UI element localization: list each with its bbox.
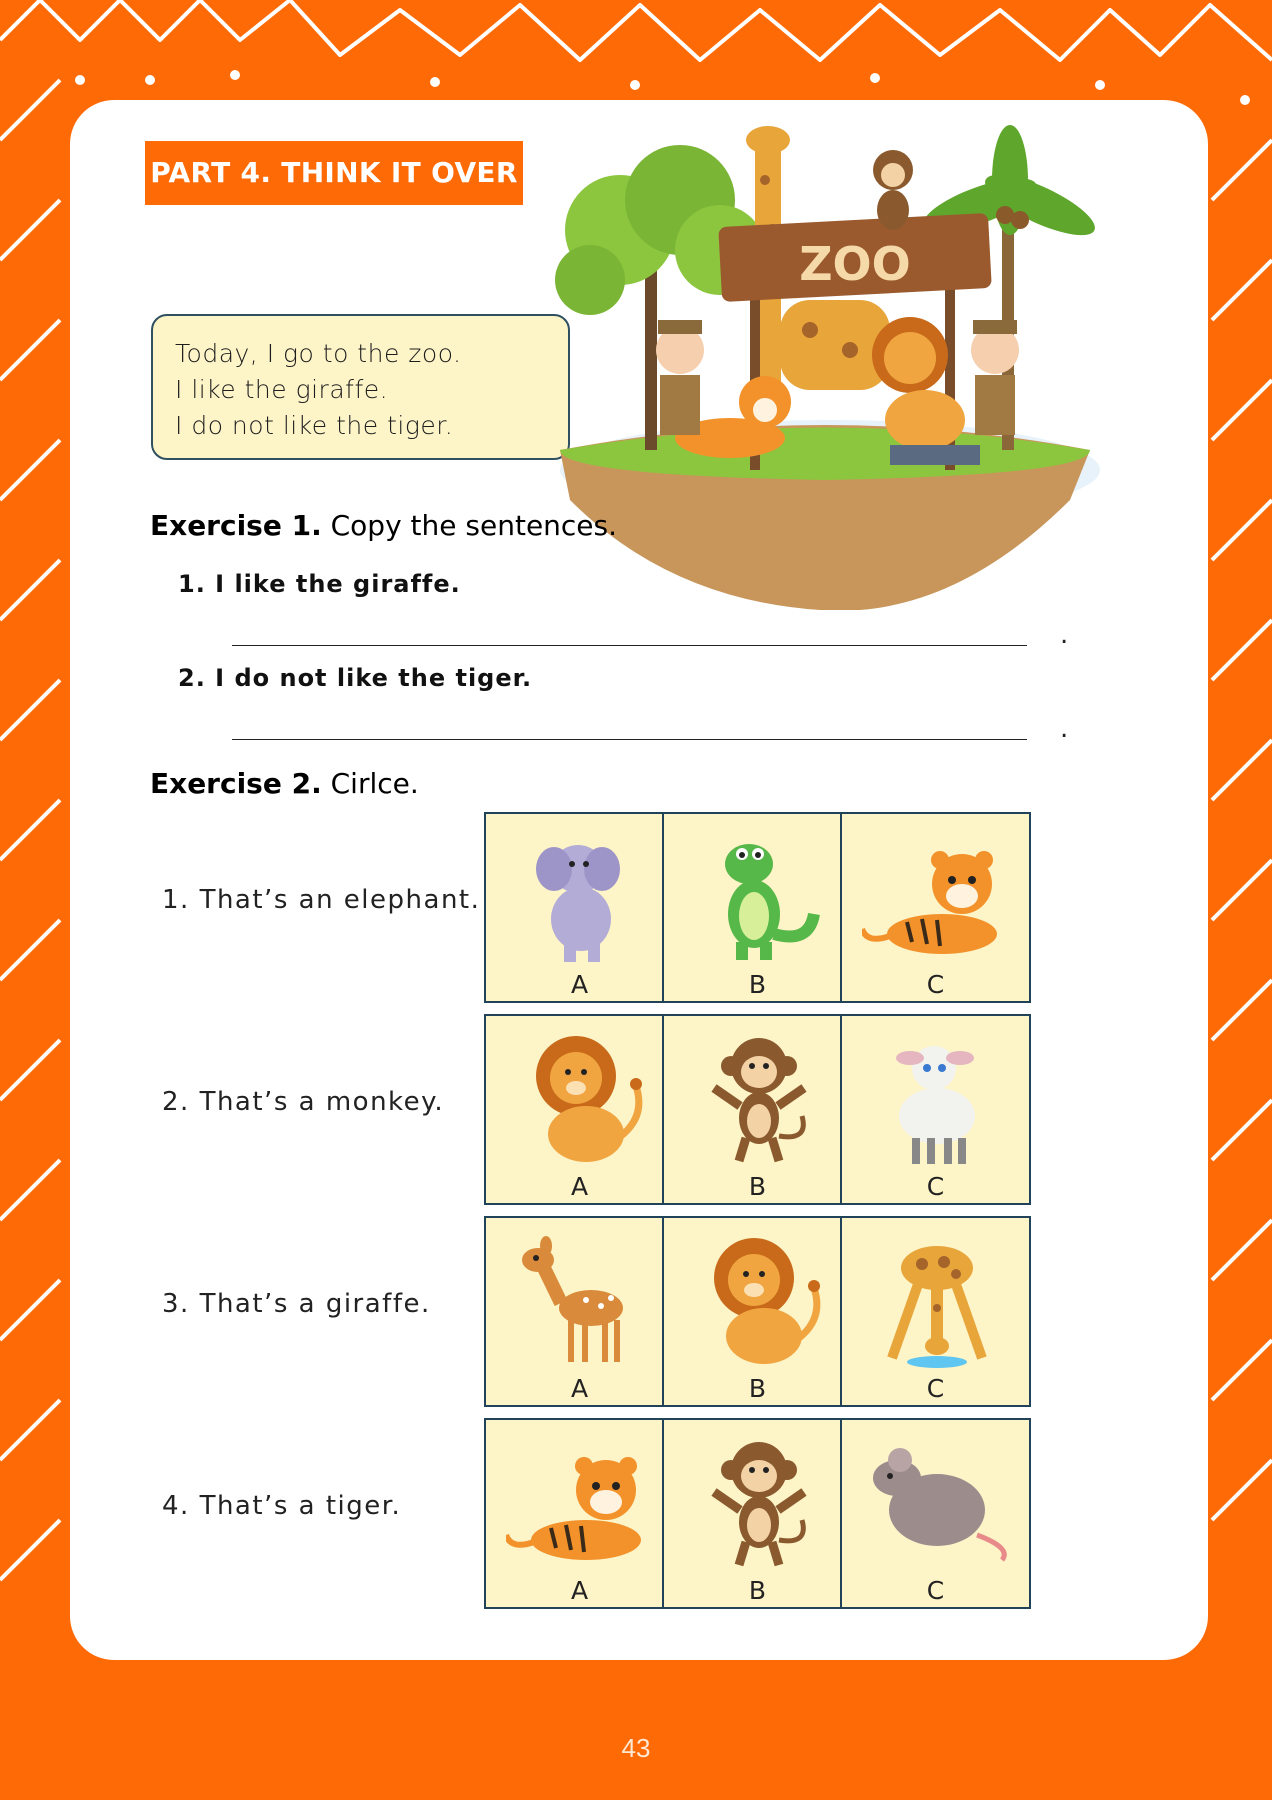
reading-line: Today, I go to the zoo. — [175, 339, 462, 368]
exercise-1-heading: Exercise 1. Copy the sentences. — [150, 509, 617, 542]
line-end-period: . — [1060, 620, 1069, 650]
option-label: B — [748, 1576, 767, 1605]
option-label: B — [748, 1172, 767, 1201]
reading-line: I like the giraffe. — [175, 375, 389, 404]
answer-option-a[interactable]: A — [484, 1216, 675, 1407]
option-label: A — [570, 970, 589, 999]
exercise-2-instruction: Cirlce. — [330, 767, 419, 800]
question-text: 1. That’s an elephant. — [162, 885, 481, 915]
lion-icon — [714, 1238, 821, 1364]
crocodile-icon — [725, 844, 820, 960]
reading-line: I do not like the tiger. — [175, 411, 454, 440]
option-label: A — [570, 1374, 589, 1403]
zoo-illustration: ZOO — [555, 125, 1100, 610]
exercise-1-instruction: Copy the sentences. — [330, 509, 618, 542]
answer-option-a[interactable]: A — [484, 1014, 675, 1205]
copy-answer-line[interactable] — [232, 615, 1027, 646]
worksheet-page: PART 4. THINK IT OVER Today, I go to the… — [70, 100, 1208, 1660]
exercise-1-sentence: 2. I do not like the tiger. — [178, 664, 533, 692]
elephant-icon — [536, 845, 620, 962]
question-text: 3. That’s a giraffe. — [162, 1289, 431, 1319]
giraffe-icon — [887, 1246, 987, 1368]
exercise-1-label: Exercise 1. — [150, 509, 322, 542]
deer-icon — [522, 1236, 623, 1362]
option-label: C — [926, 1576, 945, 1605]
monkey-icon — [711, 1442, 807, 1567]
reading-passage-box: Today, I go to the zoo. I like the giraf… — [151, 314, 570, 460]
mouse-icon — [873, 1448, 1007, 1562]
option-label: A — [570, 1576, 589, 1605]
answer-option-c[interactable]: C — [840, 812, 1031, 1003]
answer-option-a[interactable]: A — [484, 812, 675, 1003]
option-label: B — [748, 1374, 767, 1403]
option-label: A — [570, 1172, 589, 1201]
exercise-2-label: Exercise 2. — [150, 767, 322, 800]
option-label: B — [748, 970, 767, 999]
answer-option-c[interactable]: C — [840, 1216, 1031, 1407]
tiger-icon — [862, 851, 997, 954]
question-text: 2. That’s a monkey. — [162, 1087, 445, 1117]
sheep-icon — [896, 1046, 975, 1164]
answer-option-c[interactable]: C — [840, 1418, 1031, 1609]
monkey-icon — [711, 1038, 807, 1163]
lion-icon — [536, 1036, 643, 1162]
answer-option-b[interactable]: B — [662, 812, 853, 1003]
answer-option-c[interactable]: C — [840, 1014, 1031, 1205]
question-text: 4. That’s a tiger. — [162, 1491, 402, 1521]
page-number: 43 — [621, 1733, 651, 1763]
option-label: C — [926, 970, 945, 999]
option-label: C — [926, 1374, 945, 1403]
answer-option-b[interactable]: B — [662, 1014, 853, 1205]
exercise-1-sentence: 1. I like the giraffe. — [178, 570, 461, 598]
exercise-2-heading: Exercise 2. Cirlce. — [150, 767, 419, 800]
answer-option-a[interactable]: A — [484, 1418, 675, 1609]
option-label: C — [926, 1172, 945, 1201]
line-end-period: . — [1060, 714, 1069, 744]
answer-option-b[interactable]: B — [662, 1418, 853, 1609]
section-title: PART 4. THINK IT OVER — [145, 141, 523, 205]
tiger-icon — [506, 1457, 641, 1560]
answer-option-b[interactable]: B — [662, 1216, 853, 1407]
copy-answer-line[interactable] — [232, 709, 1027, 740]
zoo-sign-text: ZOO — [799, 237, 911, 291]
